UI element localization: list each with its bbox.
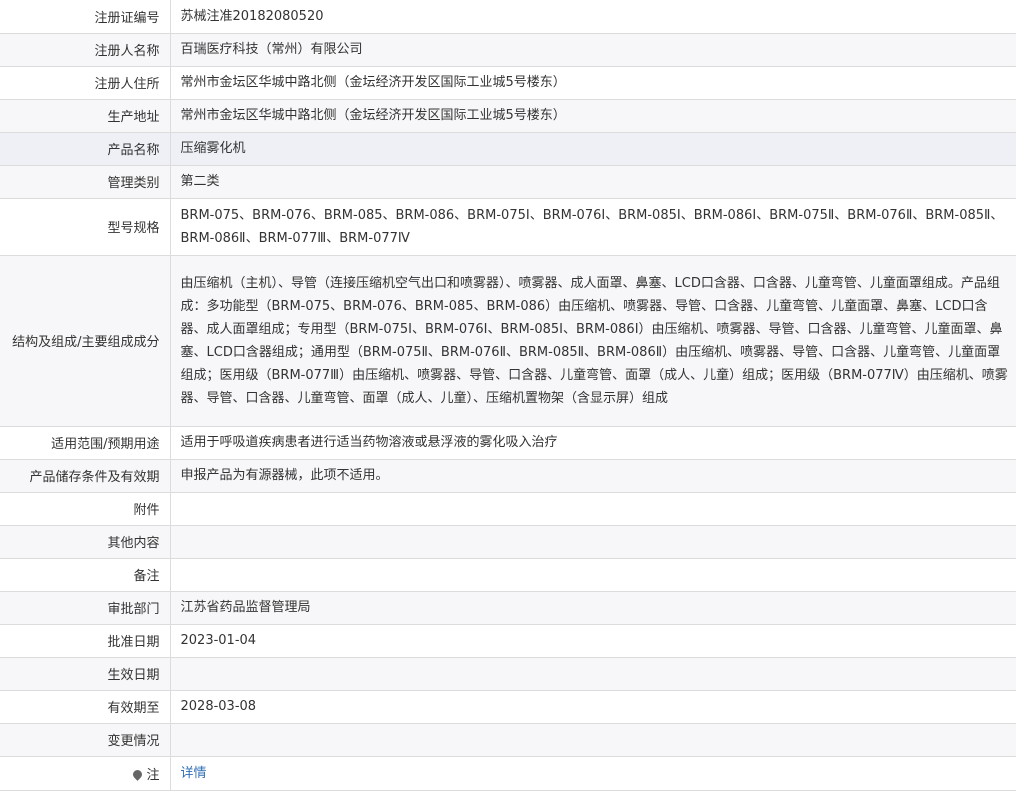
label-registrant-address: 注册人住所: [0, 66, 171, 100]
row-effective-date: 生效日期: [0, 657, 1016, 691]
label-structure: 结构及组成/主要组成成分: [0, 255, 171, 427]
value-intended-use: 适用于呼吸道疾病患者进行适当药物溶液或悬浮液的雾化吸入治疗: [170, 426, 1016, 460]
value-model-spec: BRM-075、BRM-076、BRM-085、BRM-086、BRM-075Ⅰ…: [170, 198, 1016, 256]
label-production-address: 生产地址: [0, 99, 171, 133]
label-management-class: 管理类别: [0, 165, 171, 199]
row-attachment: 附件: [0, 492, 1016, 526]
label-approval-dept: 审批部门: [0, 591, 171, 625]
label-reg-number: 注册证编号: [0, 0, 171, 34]
value-approval-dept: 江苏省药品监督管理局: [170, 591, 1016, 625]
structure-text: 由压缩机（主机）、导管（连接压缩机空气出口和喷雾器）、喷雾器、成人面罩、鼻塞、L…: [180, 275, 1008, 406]
label-note: 注: [0, 756, 171, 791]
row-registrant-address: 注册人住所 常州市金坛区华城中路北侧（金坛经济开发区国际工业城5号楼东）: [0, 66, 1016, 100]
pin-icon: [131, 767, 145, 781]
row-model-spec: 型号规格 BRM-075、BRM-076、BRM-085、BRM-086、BRM…: [0, 198, 1016, 256]
label-storage: 产品储存条件及有效期: [0, 459, 171, 493]
row-intended-use: 适用范围/预期用途 适用于呼吸道疾病患者进行适当药物溶液或悬浮液的雾化吸入治疗: [0, 426, 1016, 460]
label-other-content: 其他内容: [0, 525, 171, 559]
row-other-content: 其他内容: [0, 525, 1016, 559]
row-registrant-name: 注册人名称 百瑞医疗科技（常州）有限公司: [0, 33, 1016, 67]
row-approval-dept: 审批部门 江苏省药品监督管理局: [0, 591, 1016, 625]
label-change-history: 变更情况: [0, 723, 171, 757]
row-product-name: 产品名称 压缩雾化机: [0, 132, 1016, 166]
registration-detail-table: 注册证编号 苏械注准20182080520 注册人名称 百瑞医疗科技（常州）有限…: [0, 0, 1016, 791]
label-model-spec: 型号规格: [0, 198, 171, 256]
label-remarks: 备注: [0, 558, 171, 592]
row-production-address: 生产地址 常州市金坛区华城中路北侧（金坛经济开发区国际工业城5号楼东）: [0, 99, 1016, 133]
model-spec-text: BRM-075、BRM-076、BRM-085、BRM-086、BRM-075Ⅰ…: [180, 207, 1004, 246]
row-reg-number: 注册证编号 苏械注准20182080520: [0, 0, 1016, 34]
label-approval-date: 批准日期: [0, 624, 171, 658]
value-production-address: 常州市金坛区华城中路北侧（金坛经济开发区国际工业城5号楼东）: [170, 99, 1016, 133]
value-management-class: 第二类: [170, 165, 1016, 199]
value-approval-date: 2023-01-04: [170, 624, 1016, 658]
label-product-name: 产品名称: [0, 132, 171, 166]
value-reg-number: 苏械注准20182080520: [170, 0, 1016, 34]
value-registrant-address: 常州市金坛区华城中路北侧（金坛经济开发区国际工业城5号楼东）: [170, 66, 1016, 100]
value-note: 详情: [170, 756, 1016, 791]
value-other-content: [170, 525, 1016, 559]
row-storage: 产品储存条件及有效期 申报产品为有源器械，此项不适用。: [0, 459, 1016, 493]
row-change-history: 变更情况: [0, 723, 1016, 757]
value-remarks: [170, 558, 1016, 592]
label-expiry-date: 有效期至: [0, 690, 171, 724]
value-attachment: [170, 492, 1016, 526]
value-product-name: 压缩雾化机: [170, 132, 1016, 166]
value-expiry-date: 2028-03-08: [170, 690, 1016, 724]
details-link[interactable]: 详情: [181, 766, 207, 781]
row-note: 注 详情: [0, 756, 1016, 791]
row-management-class: 管理类别 第二类: [0, 165, 1016, 199]
row-approval-date: 批准日期 2023-01-04: [0, 624, 1016, 658]
label-intended-use: 适用范围/预期用途: [0, 426, 171, 460]
value-structure: 由压缩机（主机）、导管（连接压缩机空气出口和喷雾器）、喷雾器、成人面罩、鼻塞、L…: [170, 255, 1016, 427]
note-label: 注: [146, 767, 160, 783]
value-storage: 申报产品为有源器械，此项不适用。: [170, 459, 1016, 493]
label-attachment: 附件: [0, 492, 171, 526]
row-remarks: 备注: [0, 558, 1016, 592]
row-structure: 结构及组成/主要组成成分 由压缩机（主机）、导管（连接压缩机空气出口和喷雾器）、…: [0, 255, 1016, 427]
value-effective-date: [170, 657, 1016, 691]
label-registrant-name: 注册人名称: [0, 33, 171, 67]
value-registrant-name: 百瑞医疗科技（常州）有限公司: [170, 33, 1016, 67]
label-effective-date: 生效日期: [0, 657, 171, 691]
row-expiry-date: 有效期至 2028-03-08: [0, 690, 1016, 724]
value-change-history: [170, 723, 1016, 757]
